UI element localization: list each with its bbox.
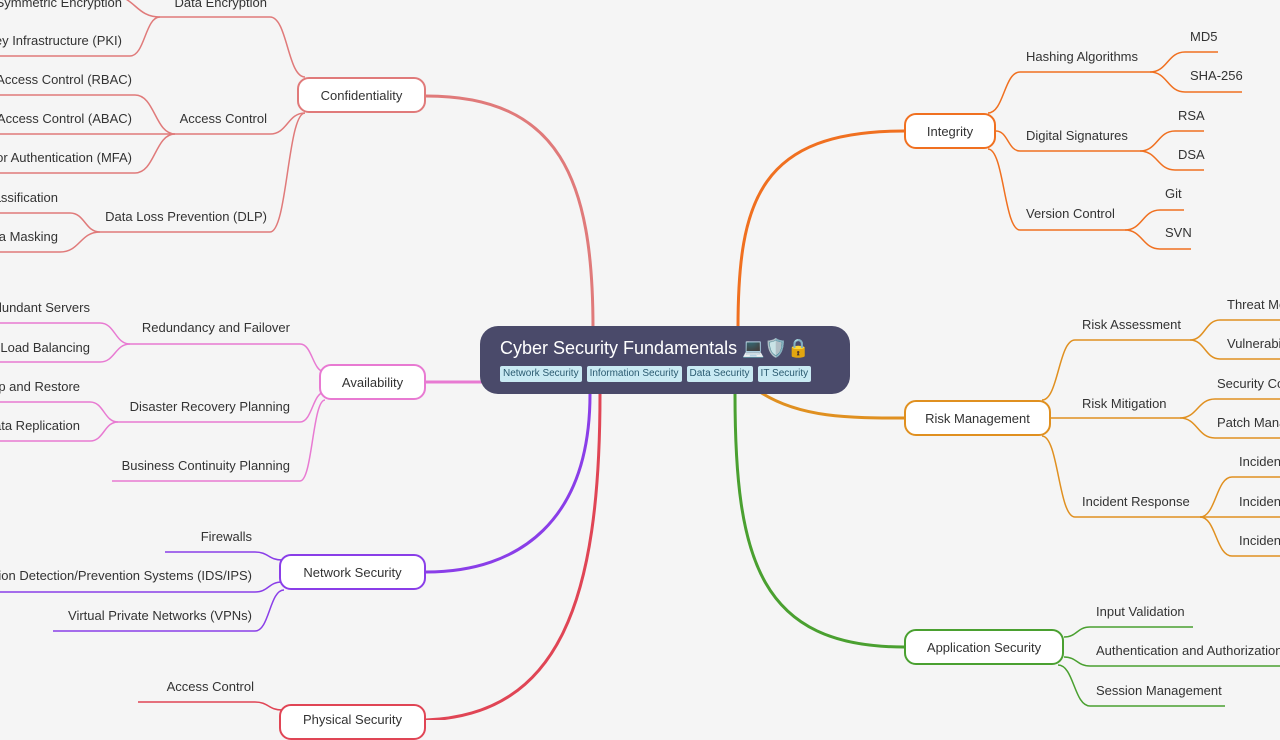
node-integrity[interactable]: Integrity	[904, 113, 996, 149]
node-hashing[interactable]: Hashing Algorithms	[1026, 49, 1138, 65]
tag[interactable]: Data Security	[686, 366, 753, 382]
leaf[interactable]: Public Key Infrastructure (PKI)	[0, 33, 122, 49]
node-network-security[interactable]: Network Security	[279, 554, 426, 590]
leaf[interactable]: Symmetric Encryption	[0, 0, 122, 11]
leaf[interactable]: Incident Detection	[1239, 454, 1280, 470]
leaf[interactable]: Threat Modeling	[1227, 297, 1280, 313]
node-confidentiality[interactable]: Confidentiality	[297, 77, 426, 113]
root-edge	[759, 390, 905, 420]
branch-edge	[138, 701, 283, 711]
leaf[interactable]: Git	[1165, 186, 1182, 202]
node-dlp[interactable]: Data Loss Prevention (DLP)	[105, 209, 267, 225]
root-edge	[425, 393, 592, 574]
leaf[interactable]: Authentication and Authorization	[1096, 643, 1280, 659]
leaf[interactable]: Session Management	[1096, 683, 1222, 699]
root-edge	[425, 393, 602, 720]
root-tags: Network Security Information Security Da…	[500, 366, 830, 382]
leaf[interactable]: MD5	[1190, 29, 1217, 45]
branch-edge	[987, 71, 1150, 114]
branch-edge	[1063, 626, 1193, 638]
branch-edge	[160, 16, 306, 78]
leaf[interactable]: Data Classification	[0, 190, 58, 206]
node-data-encryption[interactable]: Data Encryption	[175, 0, 268, 11]
node-digital-signatures[interactable]: Digital Signatures	[1026, 128, 1128, 144]
leaf[interactable]: Incident Containment	[1239, 494, 1280, 510]
leaf[interactable]: Data Masking	[0, 229, 58, 245]
root-edge	[736, 129, 905, 329]
node-version-control[interactable]: Version Control	[1026, 206, 1115, 222]
node-risk-mitigation[interactable]: Risk Mitigation	[1082, 396, 1167, 412]
branch-edge	[1041, 339, 1190, 401]
root-edge	[425, 94, 595, 329]
leaf[interactable]: Data Replication	[0, 418, 80, 434]
node-redundancy[interactable]: Redundancy and Failover	[142, 320, 290, 336]
leaf[interactable]: Vulnerability Assessment	[1227, 336, 1280, 352]
leaf[interactable]: Access Control	[167, 679, 254, 695]
leaf[interactable]: Firewalls	[201, 529, 252, 545]
tag[interactable]: Information Security	[586, 366, 682, 382]
leaf[interactable]: Attribute-Based Access Control (ABAC)	[0, 111, 132, 127]
node-disaster-recovery[interactable]: Disaster Recovery Planning	[130, 399, 290, 415]
node-application-security[interactable]: Application Security	[904, 629, 1064, 665]
leaf[interactable]: DSA	[1178, 147, 1205, 163]
leaf[interactable]: SHA-256	[1190, 68, 1243, 84]
root-node[interactable]: Cyber Security Fundamentals 💻🛡️🔒 Network…	[480, 326, 850, 394]
node-availability[interactable]: Availability	[319, 364, 426, 400]
leaf[interactable]: Backup and Restore	[0, 379, 80, 395]
node-business-continuity[interactable]: Business Continuity Planning	[122, 458, 290, 474]
node-risk-assessment[interactable]: Risk Assessment	[1082, 317, 1181, 333]
leaf[interactable]: Incident Recovery	[1239, 533, 1280, 549]
node-access-control[interactable]: Access Control	[180, 111, 267, 127]
root-edge	[733, 393, 905, 649]
leaf[interactable]: Security Controls	[1217, 376, 1280, 392]
leaf[interactable]: Intrusion Detection/Prevention Systems (…	[0, 568, 252, 584]
leaf[interactable]: RSA	[1178, 108, 1205, 124]
root-title: Cyber Security Fundamentals	[500, 338, 738, 358]
root-emoji-icons: 💻🛡️🔒	[742, 338, 810, 358]
node-incident-response[interactable]: Incident Response	[1082, 494, 1190, 510]
leaf[interactable]: Patch Management	[1217, 415, 1280, 431]
node-physical-security[interactable]: Physical Security	[279, 704, 426, 740]
tag[interactable]: IT Security	[757, 366, 812, 382]
leaf[interactable]: Virtual Private Networks (VPNs)	[68, 608, 252, 624]
branch-edge	[130, 343, 326, 373]
node-risk-management[interactable]: Risk Management	[904, 400, 1051, 436]
leaf[interactable]: SVN	[1165, 225, 1192, 241]
leaf[interactable]: Role-Based Access Control (RBAC)	[0, 72, 132, 88]
leaf[interactable]: Multi-Factor Authentication (MFA)	[0, 150, 132, 166]
leaf[interactable]: Input Validation	[1096, 604, 1185, 620]
tag[interactable]: Network Security	[500, 366, 582, 382]
leaf[interactable]: Redundant Servers	[0, 300, 90, 316]
leaf[interactable]: Load Balancing	[0, 340, 90, 356]
branch-edge	[165, 551, 283, 561]
